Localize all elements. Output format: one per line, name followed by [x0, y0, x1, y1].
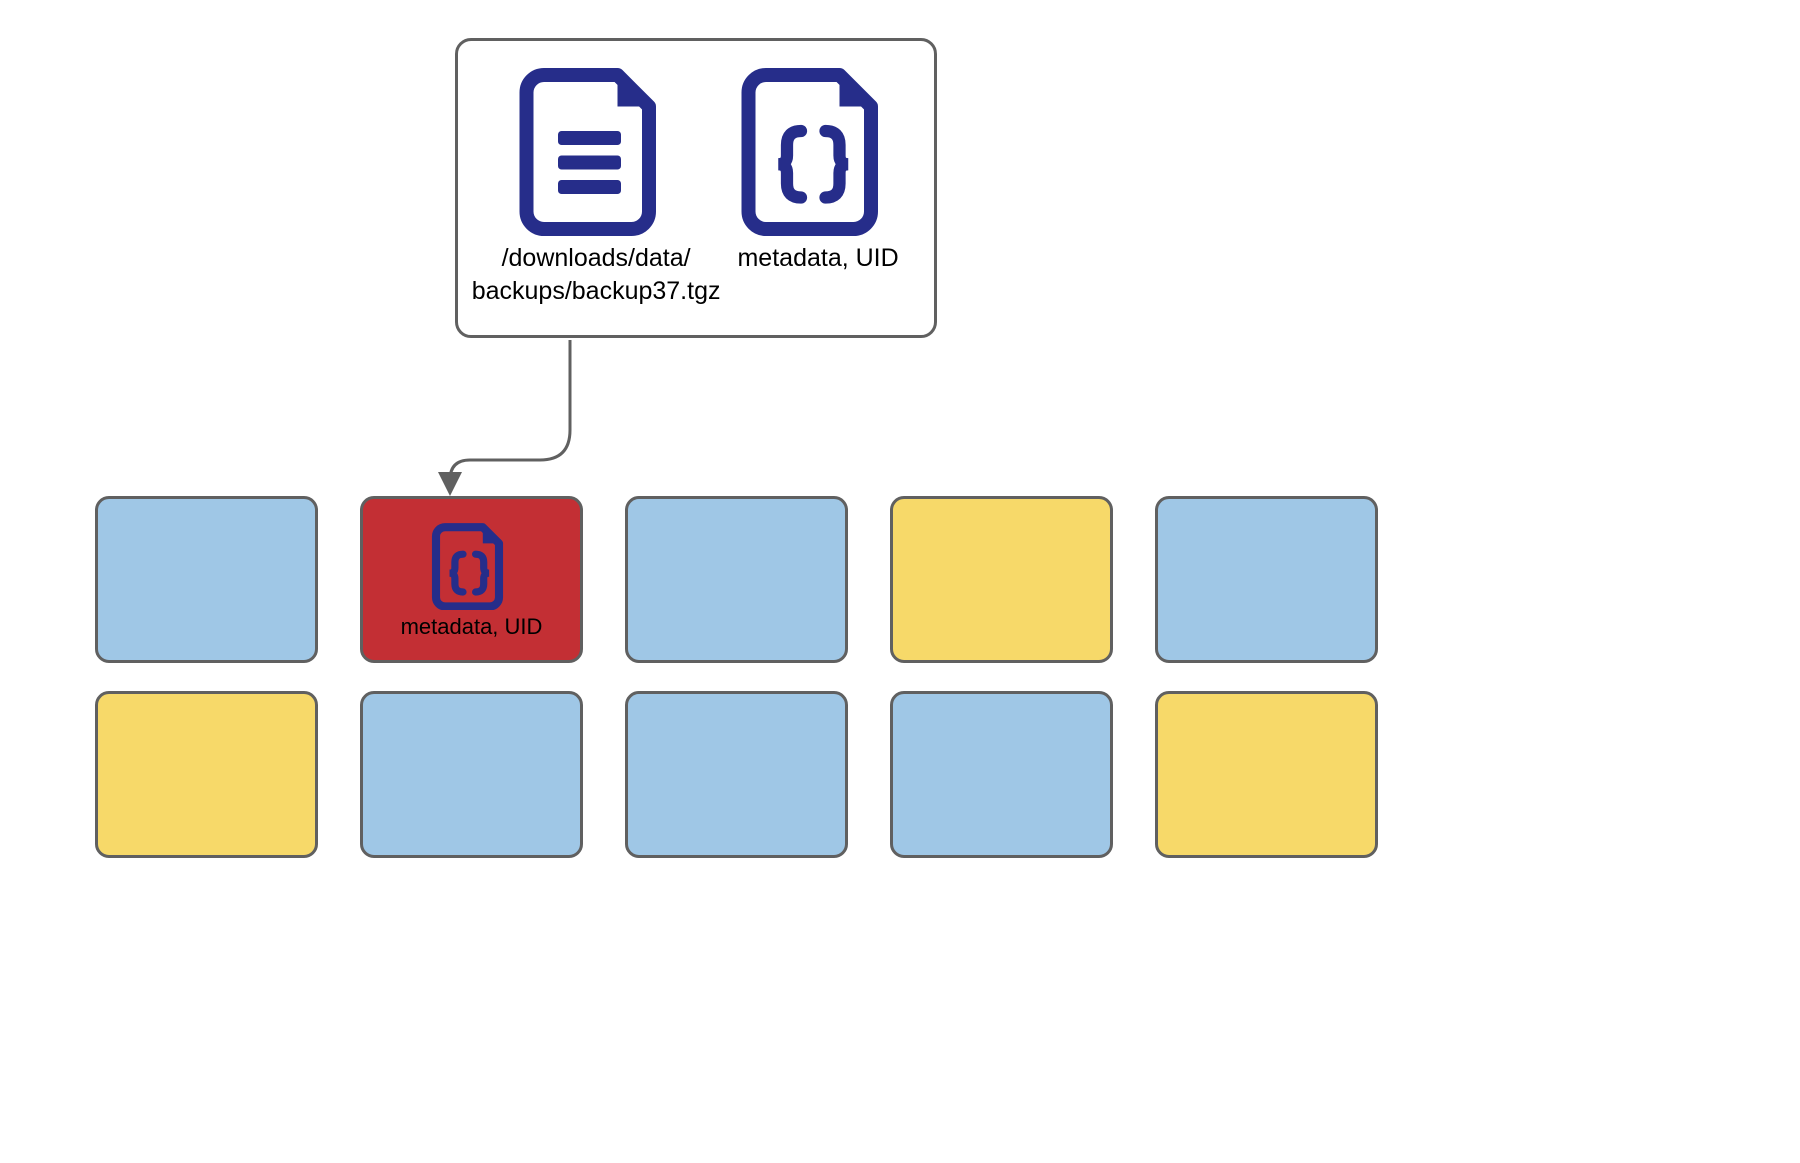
callout-box: /downloads/data/ backups/backup37.tgz me… [455, 38, 937, 338]
file-braces-icon [731, 61, 906, 236]
node-grid: metadata, UID [95, 496, 1385, 886]
file-path-line1: /downloads/data/ [502, 244, 691, 272]
node-target-label: metadata, UID [401, 614, 543, 640]
node [95, 496, 318, 663]
file-path-caption: /downloads/data/ backups/backup37.tgz [472, 242, 721, 307]
node [625, 691, 848, 858]
node [625, 496, 848, 663]
file-path-line2: backups/backup37.tgz [472, 277, 721, 305]
file-text-icon [509, 61, 684, 236]
metadata-caption: metadata, UID [737, 242, 898, 275]
grid-row: metadata, UID [95, 496, 1385, 663]
node [360, 691, 583, 858]
file-braces-icon [427, 520, 517, 610]
node [890, 496, 1113, 663]
node [890, 691, 1113, 858]
node [95, 691, 318, 858]
grid-row [95, 691, 1385, 858]
node [1155, 691, 1378, 858]
file-metadata-block: metadata, UID [718, 61, 918, 275]
node-target: metadata, UID [360, 496, 583, 663]
node [1155, 496, 1378, 663]
file-text-block: /downloads/data/ backups/backup37.tgz [474, 61, 718, 307]
arrow-callout-to-node [420, 336, 620, 506]
